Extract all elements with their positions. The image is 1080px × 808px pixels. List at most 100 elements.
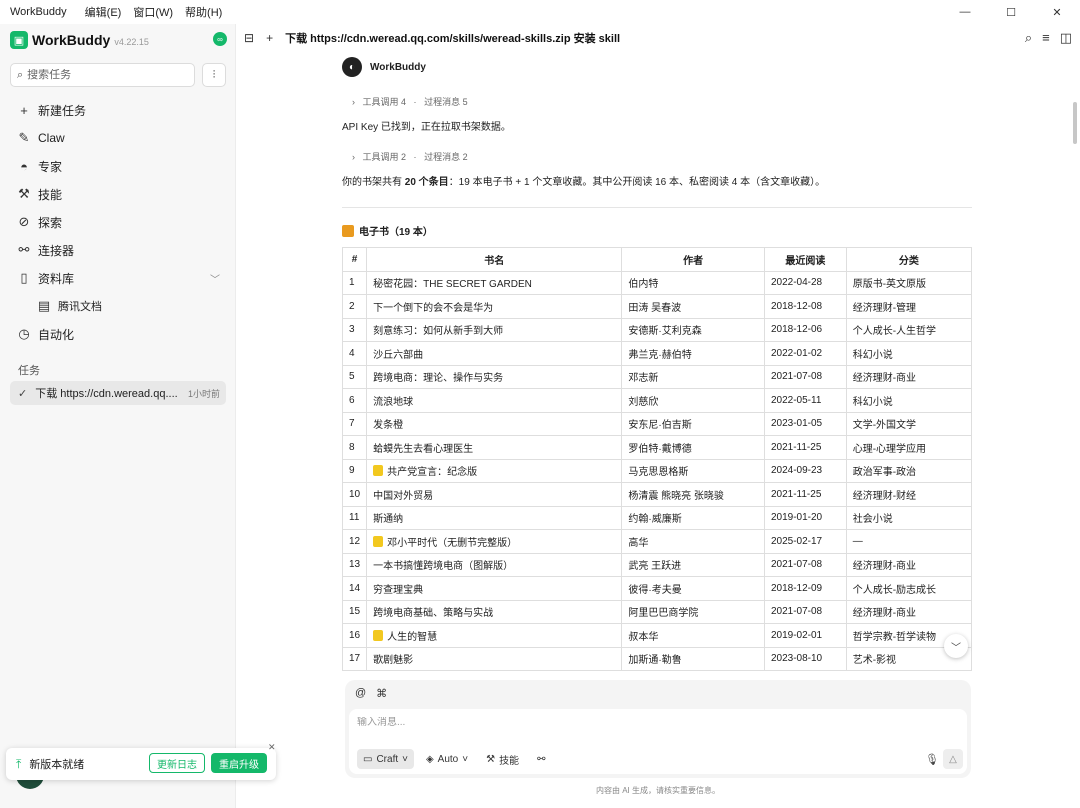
- cell-text: 罗伯特·戴博德: [628, 443, 692, 455]
- restart-upgrade-button[interactable]: 重启升级: [211, 753, 267, 773]
- table-cell: 2025-02-17: [763, 529, 847, 554]
- maximize-button[interactable]: ☐: [988, 0, 1034, 24]
- upgrade-arrow-icon: ⤒: [16, 756, 22, 771]
- message-text: API Key 已找到，正在拉取书架数据。: [342, 122, 511, 133]
- menubar: WorkBuddy 编辑(E) 窗口(W) 帮助(H) — ☐ ✕: [0, 0, 1080, 24]
- table-cell: 4: [341, 341, 368, 366]
- table-cell: 加斯通·勒鲁: [621, 646, 765, 671]
- cell-text: 9: [349, 465, 355, 477]
- connection-status-icon[interactable]: ∞: [213, 32, 227, 46]
- table-cell: 罗伯特·戴博德: [621, 435, 765, 460]
- cell-text: 艺术-影视: [852, 655, 897, 667]
- search-icon[interactable]: ⌕: [1025, 30, 1032, 46]
- cell-text: 阿里巴巴商学院: [628, 608, 699, 620]
- table-cell: 下一个倒下的会不会是华为: [366, 294, 623, 319]
- layers-icon: ◈: [425, 753, 434, 765]
- close-icon[interactable]: ✕: [268, 742, 276, 753]
- table-cell: 文学-外国文学: [845, 411, 973, 436]
- section-title: 电子书（19 本）: [342, 223, 433, 238]
- update-toast: ⤒ 新版本就绪 更新日志 重启升级 ✕: [6, 742, 276, 780]
- tool-summary-1[interactable]: › 工具调用 4 · 过程消息 5: [352, 95, 473, 108]
- close-button[interactable]: ✕: [1034, 0, 1080, 24]
- filter-button[interactable]: ⫶: [202, 63, 226, 87]
- table-cell: 心理-心理学应用: [845, 435, 973, 460]
- skills-button[interactable]: ⚒ 技能: [480, 749, 525, 769]
- cell-text: 经济理财-管理: [852, 302, 917, 314]
- table-row: 9 共产党宣言：纪念版 马克思恩格斯 2024-09-23 政治军事-政治: [341, 458, 973, 483]
- cell-text: 伯内特: [628, 279, 659, 291]
- menu-window[interactable]: 窗口(W): [133, 4, 173, 20]
- connector-button[interactable]: ⚯: [531, 749, 551, 769]
- chevron-down-icon[interactable]: ﹀: [210, 271, 220, 286]
- table-cell: 1: [341, 270, 368, 295]
- cell-text: 2021-07-08: [770, 606, 823, 618]
- table-cell: 2023-08-10: [763, 646, 847, 671]
- new-chat-plus-icon[interactable]: +: [266, 31, 273, 45]
- cell-text: 沙丘六部曲: [373, 349, 424, 361]
- cell-text: 社会小说: [852, 514, 893, 526]
- brand: ▣ WorkBuddy v4.22.15: [10, 30, 149, 50]
- sidebar-item-explore[interactable]: ⊘ 探索: [10, 208, 226, 236]
- sidebar-item-library[interactable]: ▯ 资料库 ﹀: [10, 264, 226, 292]
- sidebar-item-automation[interactable]: ◷ 自动化: [10, 320, 226, 348]
- table-cell: 武亮 王跃进: [621, 552, 765, 577]
- paperclip-icon[interactable]: ⌘: [376, 687, 387, 700]
- sidebar-item-new-task[interactable]: + 新建任务: [10, 96, 226, 124]
- model-selector[interactable]: ◈ Auto ˅: [420, 749, 474, 769]
- menu-icon[interactable]: ≡: [1042, 30, 1050, 46]
- table-cell: 2021-07-08: [763, 599, 847, 624]
- menu-help[interactable]: 帮助(H): [185, 4, 222, 20]
- check-icon: ✓: [18, 387, 28, 400]
- cell-text: 科幻小说: [852, 349, 893, 361]
- sidebar-item-skills[interactable]: ⚒ 技能: [10, 180, 226, 208]
- table-row: 15 跨境电商基础、策略与实战 阿里巴巴商学院 2021-07-08 经济理财-商业: [341, 599, 973, 624]
- scroll-to-bottom-button[interactable]: ﹀: [944, 634, 968, 658]
- cell-text: 武亮 王跃进: [628, 561, 682, 573]
- window-controls: — ☐ ✕: [942, 0, 1080, 24]
- panel-toggle-icon[interactable]: ◫: [1060, 30, 1072, 46]
- table-cell: 弗兰克·赫伯特: [621, 341, 765, 366]
- tool-summary-2[interactable]: › 工具调用 2 · 过程消息 2: [352, 150, 473, 163]
- chevron-right-icon: ›: [352, 97, 355, 107]
- table-cell: 蛤蟆先生去看心理医生: [366, 435, 623, 460]
- sidebar-item-experts[interactable]: ◓ 专家: [10, 152, 226, 180]
- sidebar: ▣ WorkBuddy v4.22.15 ∞ ⌕ ⫶ + 新建任务 ✎ Claw ◓…: [0, 24, 236, 808]
- cell-text: 秘密花园：THE SECRET GARDEN: [373, 279, 532, 291]
- message-input[interactable]: [357, 717, 857, 728]
- cell-text: 流浪地球: [373, 396, 414, 408]
- cell-text: 安东尼·伯吉斯: [628, 420, 692, 432]
- mode-selector[interactable]: ▭ Craft ˅: [357, 749, 414, 769]
- sidebar-item-connectors[interactable]: ⚯ 连接器: [10, 236, 226, 264]
- scrollbar[interactable]: [1073, 102, 1077, 144]
- cell-text: 斯通纳: [373, 514, 404, 526]
- cell-text: 2021-07-08: [770, 559, 823, 571]
- table-cell: 个人成长-励志成长: [845, 576, 973, 601]
- task-item[interactable]: ✓ 下载 https://cdn.weread.qq.... 1小时前: [10, 381, 226, 405]
- cell-text: 2021-11-25: [770, 488, 822, 500]
- compass-icon: ⊘: [18, 214, 30, 229]
- separator: ·: [413, 97, 417, 107]
- table-cell: 彼得·考夫曼: [621, 576, 765, 601]
- sidebar-toggle-icon[interactable]: ⊟: [244, 31, 254, 45]
- microphone-icon[interactable]: 🎙: [925, 753, 939, 766]
- message-text: 你的书架共有 20 个条目：19 本电子书 + 1 个文章收藏。其中公开阅读 1…: [342, 173, 825, 188]
- search-input[interactable]: [27, 69, 178, 81]
- minimize-button[interactable]: —: [942, 0, 988, 24]
- table-row: 14 穷查理宝典 彼得·考夫曼 2018-12-09 个人成长-励志成长: [341, 576, 973, 601]
- chevron-down-icon: ˅: [402, 753, 408, 765]
- table-cell: 马克思恩格斯: [621, 458, 765, 483]
- table-header-row: # 书名 作者 最近阅读 分类: [341, 247, 973, 272]
- cell-text: 2022-04-28: [770, 277, 823, 289]
- changelog-button[interactable]: 更新日志: [149, 753, 205, 773]
- sidebar-item-tencent-docs[interactable]: ▤ 腾讯文档: [10, 292, 226, 320]
- sidebar-item-claw[interactable]: ✎ Claw: [10, 124, 226, 152]
- table-cell: 2023-01-05: [763, 411, 847, 436]
- msg-pre: 你的书架共有: [342, 177, 405, 188]
- cell-text: 2024-09-23: [770, 465, 823, 477]
- send-icon: △: [949, 753, 957, 765]
- menu-edit[interactable]: 编辑(E): [85, 4, 122, 20]
- mention-icon[interactable]: @: [355, 687, 366, 700]
- task-search[interactable]: ⌕: [10, 63, 195, 87]
- send-button[interactable]: △: [943, 749, 963, 769]
- claw-icon: ✎: [18, 130, 30, 145]
